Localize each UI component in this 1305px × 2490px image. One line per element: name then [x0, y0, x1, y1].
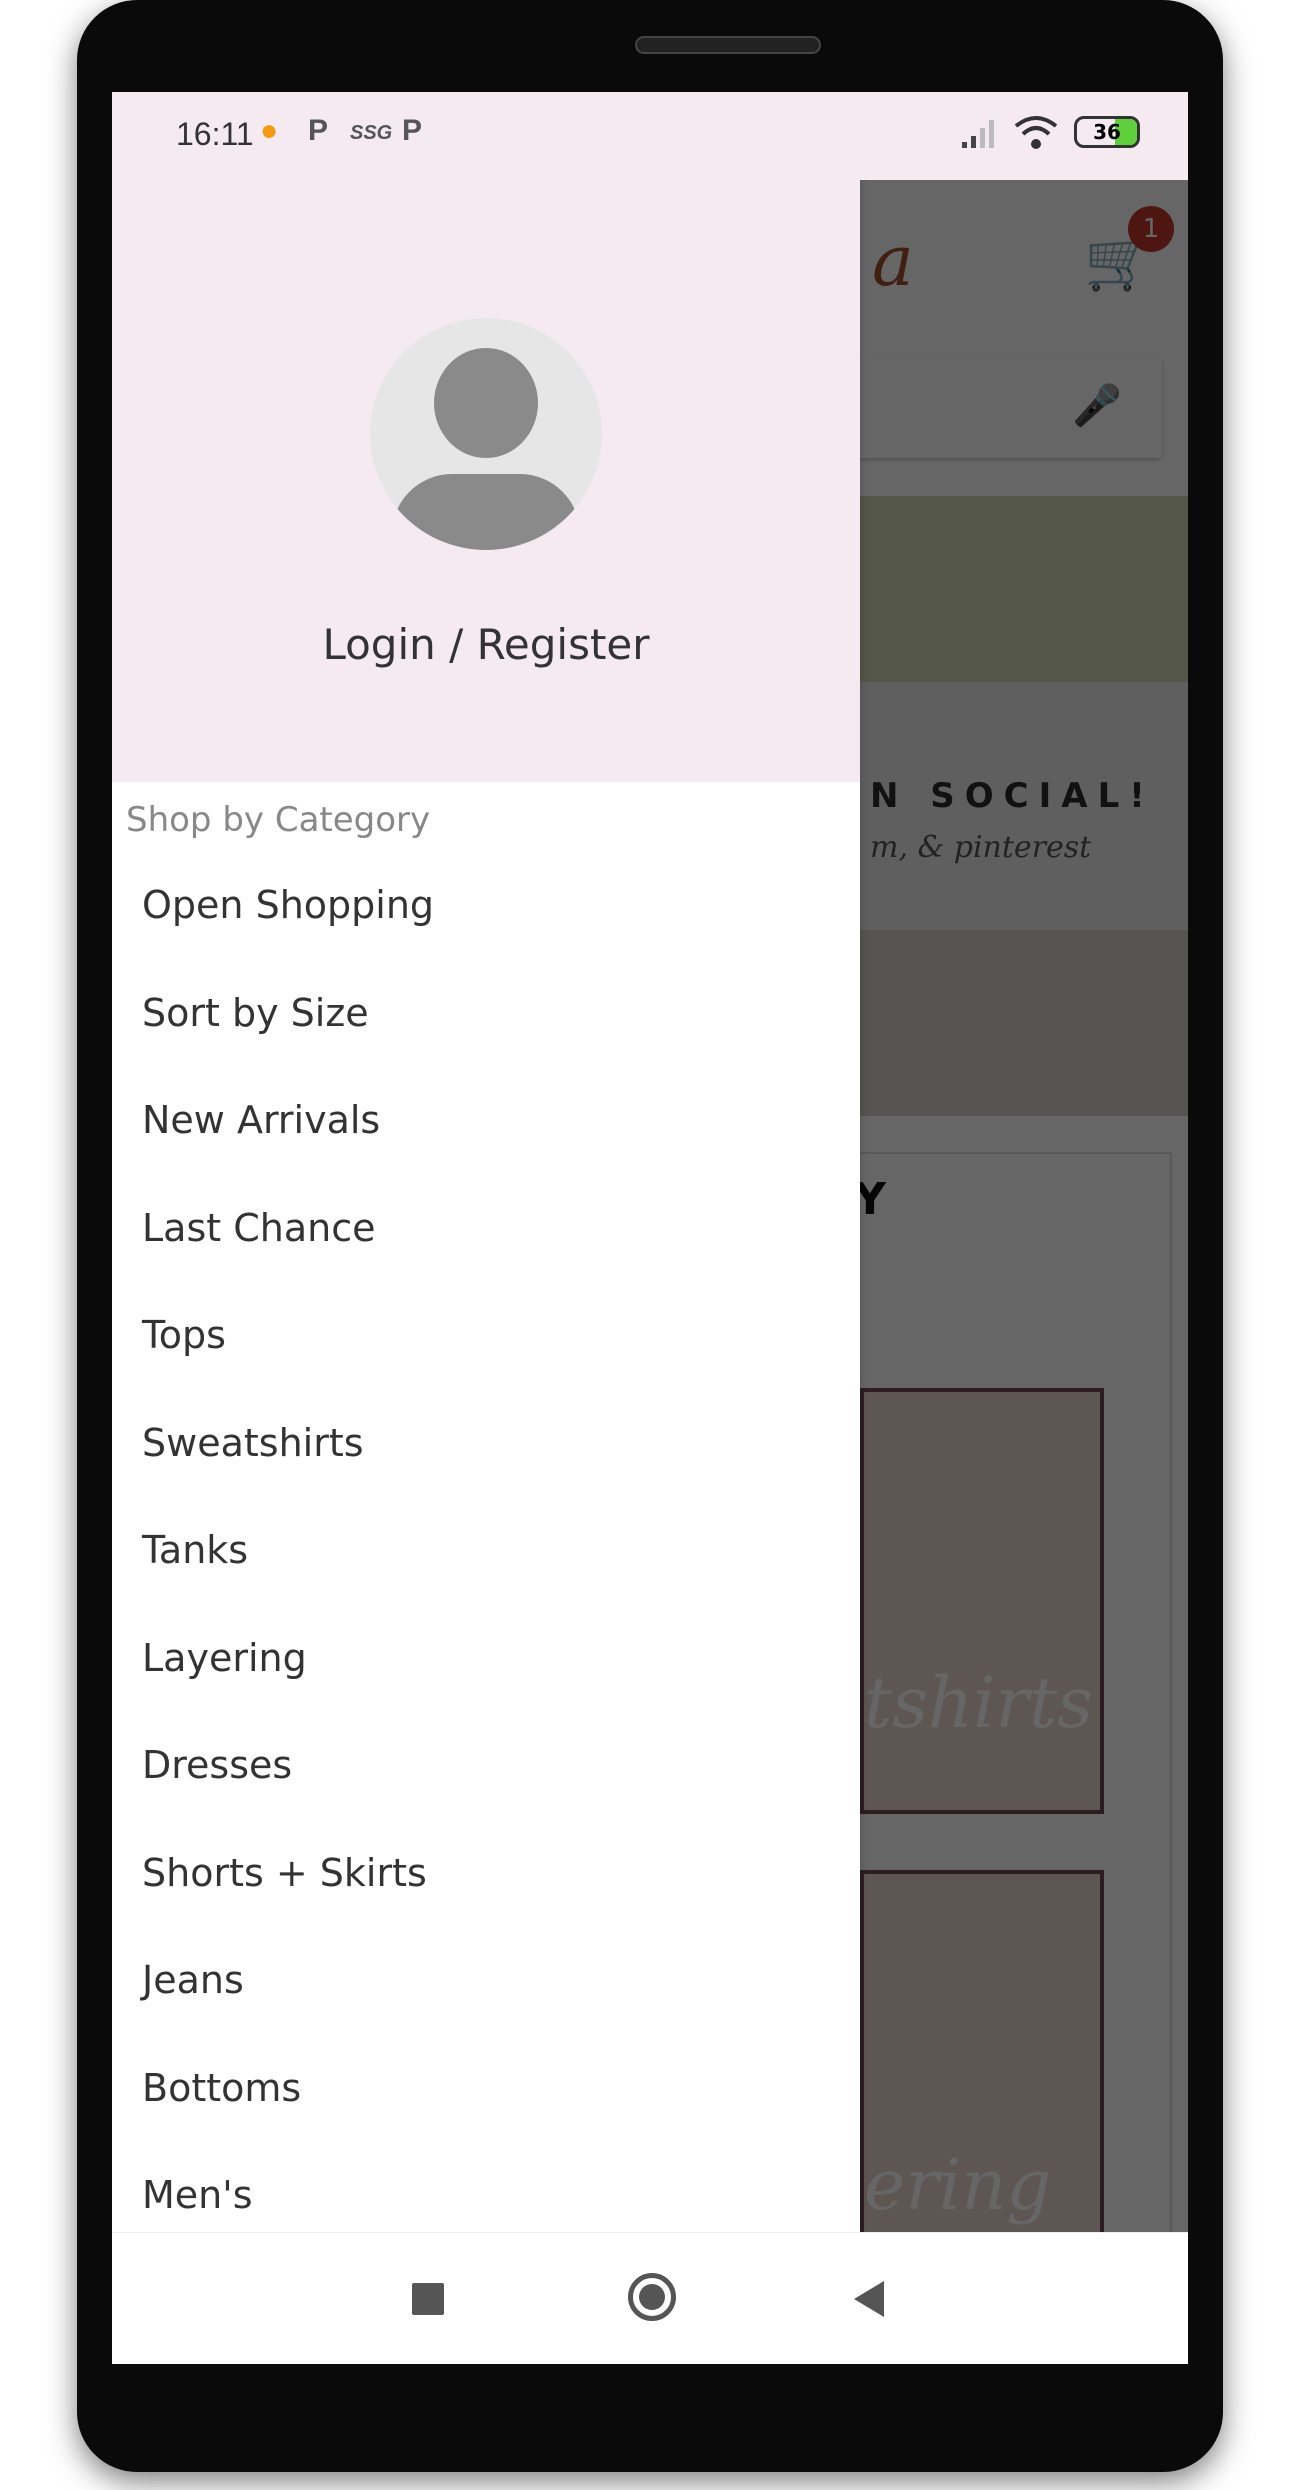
speaker-grille [635, 36, 821, 54]
status-time: 16:11 [176, 116, 254, 152]
notification-drop-icon: ● [260, 114, 279, 147]
drawer-item[interactable]: Tanks [112, 1507, 860, 1615]
drawer-item[interactable]: Shorts + Skirts [112, 1830, 860, 1938]
home-button[interactable] [628, 2273, 676, 2321]
p-icon: P [402, 114, 423, 147]
battery-level: 36 [1093, 120, 1121, 144]
banner-subtitle: m, & pinterest [870, 830, 1092, 865]
battery-icon: 36 [1074, 116, 1140, 148]
system-nav-bar [112, 2232, 1188, 2364]
drawer-item[interactable]: Open Shopping [112, 862, 860, 970]
drawer-item[interactable]: Tops [112, 1292, 860, 1400]
signal-icon [962, 120, 994, 148]
drawer-item[interactable]: Sort by Size [112, 970, 860, 1078]
status-bar: 16:11 ● P SSG P 36 [112, 92, 1188, 180]
drawer-item[interactable]: Bottoms [112, 2045, 860, 2153]
drawer-item[interactable]: Dresses [112, 1722, 860, 1830]
ssg-icon: SSG [350, 122, 393, 144]
drawer-item[interactable]: Sweatshirts [112, 1400, 860, 1508]
recents-button[interactable] [412, 2283, 444, 2315]
drawer-item[interactable]: Jeans [112, 1937, 860, 2045]
drawer-item[interactable]: Men's [112, 2152, 860, 2232]
back-button[interactable] [854, 2281, 884, 2317]
drawer-item[interactable]: Last Chance [112, 1185, 860, 1293]
wifi-icon [1014, 116, 1058, 149]
drawer-item[interactable]: New Arrivals [112, 1077, 860, 1185]
section-title: Shop by Category [126, 800, 431, 840]
drawer-item[interactable]: Layering [112, 1615, 860, 1723]
drawer-header: Login / Register [112, 180, 860, 782]
login-register-link[interactable]: Login / Register [112, 620, 860, 669]
navigation-drawer: Login / Register Shop by Category Open S… [112, 180, 860, 2232]
p-icon: P [308, 114, 329, 147]
screen: 16:11 ● P SSG P 36 a 🛒 1 🎤 N SOCIAL! m, … [112, 92, 1188, 2364]
avatar[interactable] [370, 318, 602, 550]
banner-title: N SOCIAL! [870, 776, 1155, 816]
